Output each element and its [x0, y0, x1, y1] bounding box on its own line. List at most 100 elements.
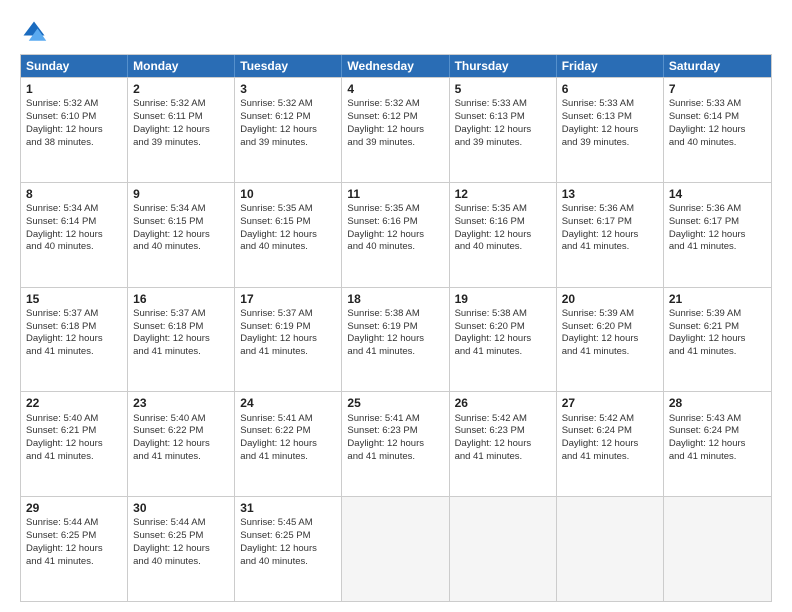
calendar-cell: 12Sunrise: 5:35 AMSunset: 6:16 PMDayligh…: [450, 183, 557, 287]
calendar-row-2: 8 Sunrise: 5:34 AM Sunset: 6:14 PM Daylight…: [21, 182, 771, 287]
day-info-line: and 40 minutes.: [669, 137, 766, 150]
day-info-line: Sunrise: 5:37 AM: [240, 308, 336, 321]
day-number: 14: [669, 186, 766, 202]
calendar-cell: 1Sunrise: 5:32 AMSunset: 6:10 PMDaylight…: [21, 78, 128, 182]
calendar-cell: 20Sunrise: 5:39 AMSunset: 6:20 PMDayligh…: [557, 288, 664, 392]
day-info-line: Sunset: 6:12 PM: [240, 111, 336, 124]
day-info-line: Sunrise: 5:39 AM: [669, 308, 766, 321]
day-info-line: Sunrise: 5:37 AM: [26, 308, 122, 321]
day-info-line: Daylight: 12 hours: [562, 124, 658, 137]
day-info-line: Sunset: 6:23 PM: [455, 425, 551, 438]
day-info-line: Sunset: 6:17 PM: [562, 216, 658, 229]
calendar-cell: 3Sunrise: 5:32 AMSunset: 6:12 PMDaylight…: [235, 78, 342, 182]
day-info-line: Sunrise: 5:32 AM: [26, 98, 122, 111]
day-info-line: Daylight: 12 hours: [133, 333, 229, 346]
day-number: 31: [240, 500, 336, 516]
day-info-line: Daylight: 12 hours: [240, 124, 336, 137]
calendar-cell: 11Sunrise: 5:35 AMSunset: 6:16 PMDayligh…: [342, 183, 449, 287]
day-info-line: Sunrise: 5:32 AM: [347, 98, 443, 111]
day-info-line: and 40 minutes.: [240, 556, 336, 569]
day-info-line: Daylight: 12 hours: [562, 333, 658, 346]
day-info-line: Sunset: 6:16 PM: [347, 216, 443, 229]
day-info-line: and 40 minutes.: [240, 241, 336, 254]
day-info-line: and 40 minutes.: [133, 241, 229, 254]
day-info-line: Sunset: 6:25 PM: [133, 530, 229, 543]
day-info-line: Sunset: 6:25 PM: [240, 530, 336, 543]
calendar-cell: 18Sunrise: 5:38 AMSunset: 6:19 PMDayligh…: [342, 288, 449, 392]
day-info-line: Daylight: 12 hours: [347, 229, 443, 242]
day-info-line: and 41 minutes.: [347, 451, 443, 464]
calendar-cell: 6Sunrise: 5:33 AMSunset: 6:13 PMDaylight…: [557, 78, 664, 182]
calendar-row-3: 15Sunrise: 5:37 AMSunset: 6:18 PMDayligh…: [21, 287, 771, 392]
day-info-line: Sunset: 6:14 PM: [26, 216, 122, 229]
day-info-line: Sunset: 6:21 PM: [669, 321, 766, 334]
day-info-line: Sunset: 6:25 PM: [26, 530, 122, 543]
day-info-line: Sunrise: 5:38 AM: [347, 308, 443, 321]
day-info-line: Sunrise: 5:36 AM: [669, 203, 766, 216]
day-info-line: Daylight: 12 hours: [669, 229, 766, 242]
day-info-line: Sunset: 6:17 PM: [669, 216, 766, 229]
calendar-body: 1Sunrise: 5:32 AMSunset: 6:10 PMDaylight…: [21, 77, 771, 601]
day-info-line: Sunrise: 5:45 AM: [240, 517, 336, 530]
day-info-line: Sunset: 6:19 PM: [347, 321, 443, 334]
day-info-line: Sunset: 6:11 PM: [133, 111, 229, 124]
day-info-line: and 41 minutes.: [26, 451, 122, 464]
day-info-line: Sunset: 6:13 PM: [562, 111, 658, 124]
day-number: 30: [133, 500, 229, 516]
day-number: 12: [455, 186, 551, 202]
day-info-line: and 41 minutes.: [133, 451, 229, 464]
day-info-line: Daylight: 12 hours: [669, 333, 766, 346]
day-info-line: Sunrise: 5:34 AM: [133, 203, 229, 216]
day-info-line: Sunrise: 5:35 AM: [455, 203, 551, 216]
day-number: 5: [455, 81, 551, 97]
day-info-line: Sunrise: 5:40 AM: [133, 413, 229, 426]
day-info-line: Sunrise: 5:38 AM: [455, 308, 551, 321]
day-info-line: Daylight: 12 hours: [455, 438, 551, 451]
day-info-line: Daylight: 12 hours: [26, 543, 122, 556]
calendar-cell: 5Sunrise: 5:33 AMSunset: 6:13 PMDaylight…: [450, 78, 557, 182]
day-info-line: and 39 minutes.: [455, 137, 551, 150]
logo-icon: [20, 18, 48, 46]
day-info-line: Sunset: 6:22 PM: [133, 425, 229, 438]
header-day-tuesday: Tuesday: [235, 55, 342, 77]
day-info-line: and 41 minutes.: [26, 346, 122, 359]
calendar: SundayMondayTuesdayWednesdayThursdayFrid…: [20, 54, 772, 602]
calendar-cell: 17Sunrise: 5:37 AMSunset: 6:19 PMDayligh…: [235, 288, 342, 392]
day-info-line: Sunset: 6:22 PM: [240, 425, 336, 438]
day-number: 2: [133, 81, 229, 97]
calendar-cell: 25Sunrise: 5:41 AMSunset: 6:23 PMDayligh…: [342, 392, 449, 496]
day-info-line: Sunrise: 5:32 AM: [240, 98, 336, 111]
day-info-line: Sunset: 6:18 PM: [133, 321, 229, 334]
calendar-cell: 9Sunrise: 5:34 AMSunset: 6:15 PMDaylight…: [128, 183, 235, 287]
calendar-row-5: 29Sunrise: 5:44 AMSunset: 6:25 PMDayligh…: [21, 496, 771, 601]
day-info-line: Sunset: 6:15 PM: [240, 216, 336, 229]
day-info-line: Sunrise: 5:35 AM: [347, 203, 443, 216]
day-info-line: and 41 minutes.: [562, 241, 658, 254]
calendar-cell: 16Sunrise: 5:37 AMSunset: 6:18 PMDayligh…: [128, 288, 235, 392]
header-day-thursday: Thursday: [450, 55, 557, 77]
day-number: 8: [26, 186, 122, 202]
day-info-line: and 41 minutes.: [562, 451, 658, 464]
day-info-line: Sunset: 6:10 PM: [26, 111, 122, 124]
day-info-line: Daylight: 12 hours: [455, 124, 551, 137]
calendar-cell: [450, 497, 557, 601]
day-info-line: Sunset: 6:14 PM: [669, 111, 766, 124]
day-info-line: Sunrise: 5:32 AM: [133, 98, 229, 111]
day-info-line: Sunrise: 5:44 AM: [133, 517, 229, 530]
header-day-wednesday: Wednesday: [342, 55, 449, 77]
day-info-line: Daylight: 12 hours: [133, 438, 229, 451]
day-info-line: and 40 minutes.: [26, 241, 122, 254]
day-number: 24: [240, 395, 336, 411]
day-info-line: Daylight: 12 hours: [240, 438, 336, 451]
day-info-line: and 41 minutes.: [240, 346, 336, 359]
calendar-cell: 8Sunrise: 5:34 AMSunset: 6:14 PMDaylight…: [21, 183, 128, 287]
day-info-line: and 40 minutes.: [133, 556, 229, 569]
day-info-line: and 41 minutes.: [26, 556, 122, 569]
day-number: 27: [562, 395, 658, 411]
calendar-row-4: 22Sunrise: 5:40 AMSunset: 6:21 PMDayligh…: [21, 391, 771, 496]
day-info-line: Daylight: 12 hours: [240, 229, 336, 242]
day-info-line: Sunset: 6:20 PM: [562, 321, 658, 334]
day-info-line: and 40 minutes.: [347, 241, 443, 254]
day-info-line: Daylight: 12 hours: [26, 124, 122, 137]
calendar-cell: 23Sunrise: 5:40 AMSunset: 6:22 PMDayligh…: [128, 392, 235, 496]
